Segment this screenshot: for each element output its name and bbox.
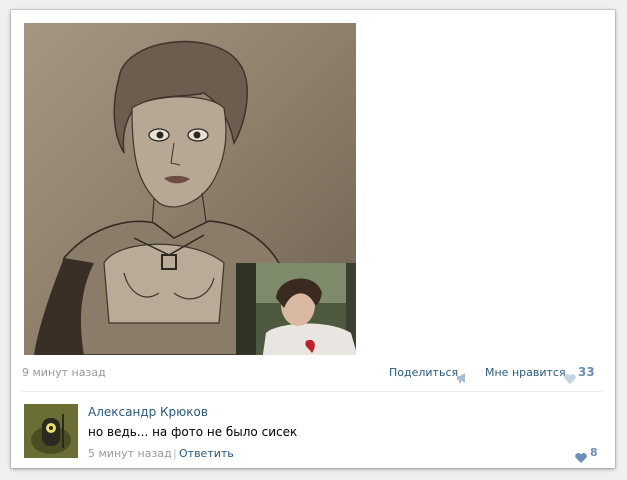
reply-button[interactable]: Ответить (179, 447, 234, 460)
avatar[interactable] (24, 404, 78, 458)
share-button[interactable]: Поделиться (389, 366, 458, 379)
heart-icon[interactable] (564, 369, 576, 388)
divider (22, 391, 602, 392)
comment-like-count[interactable]: 8 (590, 446, 598, 459)
comment-time[interactable]: 5 минут назад (88, 447, 172, 460)
megaphone-icon[interactable] (456, 368, 468, 387)
comment-author[interactable]: Александр Крюков (88, 405, 208, 419)
separator: | (173, 447, 177, 460)
like-count[interactable]: 33 (578, 365, 595, 379)
post-card: 9 минут назад Поделиться Мне нравится 33… (11, 10, 615, 468)
inset-photo (236, 263, 356, 355)
inset-photo-drawing (236, 263, 356, 355)
comment-text: но ведь... на фото не было сисек (88, 425, 298, 439)
heart-icon[interactable] (575, 448, 587, 467)
post-image-sketch[interactable] (24, 23, 356, 355)
like-button[interactable]: Мне нравится (485, 366, 566, 379)
avatar-image (24, 404, 78, 458)
post-time[interactable]: 9 минут назад (22, 366, 106, 379)
